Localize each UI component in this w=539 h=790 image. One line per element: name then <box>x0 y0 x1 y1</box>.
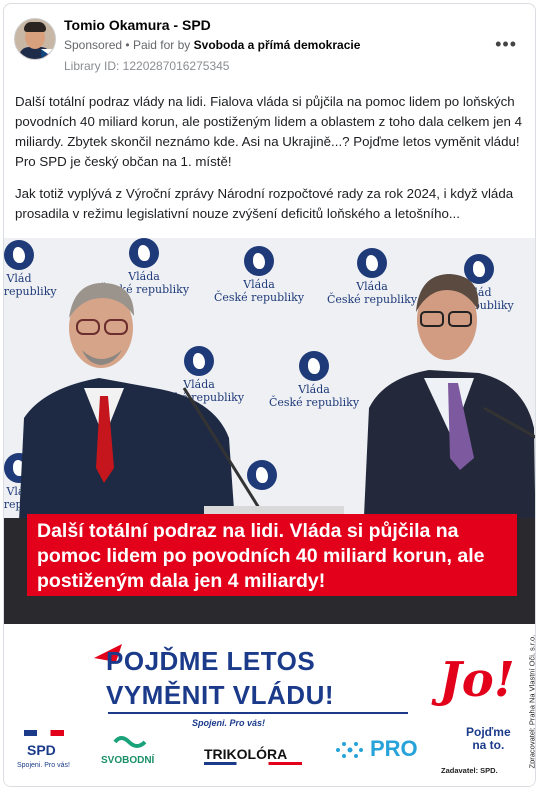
more-options-button[interactable]: ••• <box>495 34 517 55</box>
promo-title-line-1: POJĎME LETOS <box>106 646 316 676</box>
spd-slogan: Spojeni. Pro vás! <box>17 762 70 769</box>
trikolora-stripe <box>204 762 302 765</box>
post-paragraph-1: Další totální podraz vlády na lidi. Fial… <box>15 94 523 169</box>
party-logo-spd: SPD <box>27 742 56 758</box>
promo-subtitle: Spojeni. Pro vás! <box>192 718 266 728</box>
paid-for-label: Paid for by <box>132 38 191 52</box>
jo-logo: Jo! <box>439 652 515 708</box>
author-name[interactable]: Tomio Okamura - SPD <box>64 17 211 33</box>
svobodni-logo-icon <box>113 736 147 748</box>
party-logo-trikolora: TRIKOLÓRA <box>204 746 288 762</box>
headline-banner-text: Další totální podraz na lidi. Vláda si p… <box>37 520 485 592</box>
library-id: Library ID: 1220287016275345 <box>64 59 230 73</box>
sponsored-post: Tomio Okamura - SPD Sponsored • Paid for… <box>3 3 536 787</box>
jo-slogan: Pojďme na to. <box>466 725 511 752</box>
promo-title-line-2: VYMĚNIT VLÁDU! <box>106 680 334 710</box>
sponsor-line: Sponsored • Paid for by Svoboda a přímá … <box>64 38 361 52</box>
pro-dots-icon <box>336 742 363 758</box>
promo-title: POJĎME LETOS VYMĚNIT VLÁDU! <box>106 644 334 712</box>
sponsor-name[interactable]: Svoboda a přímá demokracie <box>194 38 361 52</box>
author-avatar[interactable] <box>14 18 56 60</box>
spd-flag-icon <box>24 730 64 736</box>
post-paragraph-2: Jak totiž vyplývá z Výroční zprávy Národ… <box>15 186 514 221</box>
production-credit: Zpracovatel: Praha Na Vlastní Oči, s.r.o… <box>527 634 536 769</box>
sponsor-disclosure: Zadavatel: SPD. <box>441 766 498 775</box>
promo-divider <box>108 712 408 714</box>
sponsored-label: Sponsored <box>64 38 123 52</box>
party-logo-svobodni: SVOBODNÍ <box>101 755 155 766</box>
czech-flag-icon <box>41 49 55 59</box>
party-logo-pro: PRO <box>370 736 418 761</box>
